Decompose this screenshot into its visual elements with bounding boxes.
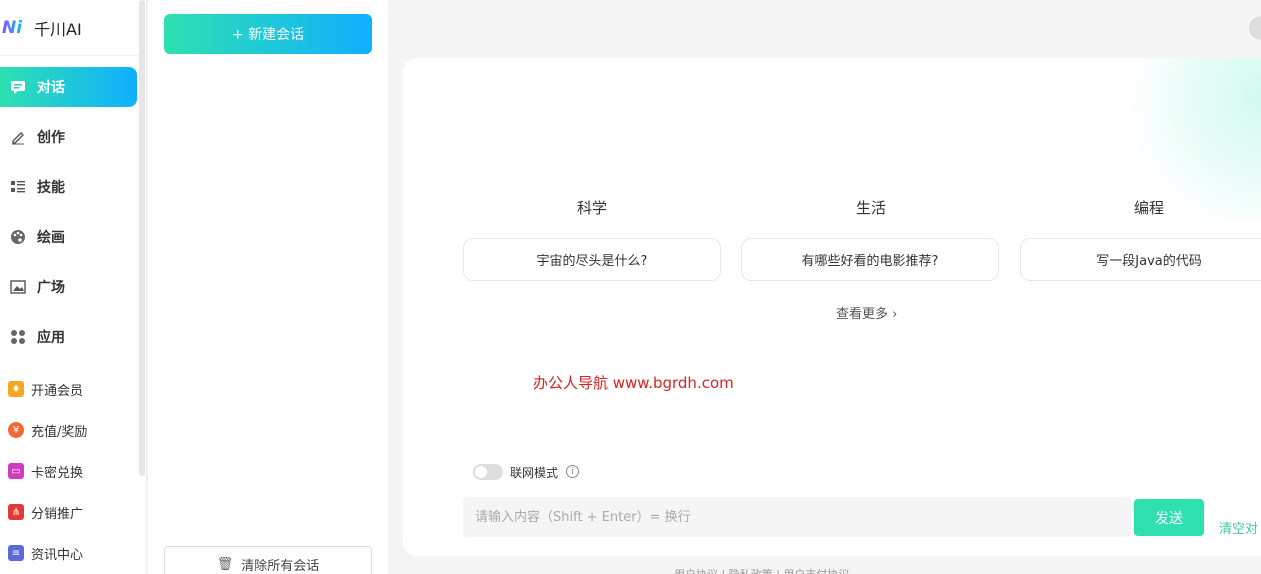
- nav-item-plaza[interactable]: 广场: [0, 267, 137, 307]
- nav-item-create[interactable]: 创作: [0, 117, 137, 157]
- sub-item-card-redeem[interactable]: ▭ 卡密兑换: [0, 456, 137, 486]
- clear-all-label: 清除所有会话: [241, 558, 320, 574]
- footer-links[interactable]: 用户协议 | 隐私政策 | 用户支付协议: [674, 566, 849, 574]
- nav-item-label: 对话: [37, 80, 65, 96]
- sub-item-label: 卡密兑换: [31, 465, 84, 481]
- card-icon: ▭: [8, 463, 24, 479]
- network-icon: ⋔: [8, 504, 24, 520]
- network-mode-toggle[interactable]: [473, 464, 503, 480]
- list-icon: [9, 178, 27, 196]
- palette-icon: [9, 228, 27, 246]
- coin-icon: ¥: [8, 422, 24, 438]
- trash-icon: 🗑: [216, 556, 234, 572]
- decorative-glow: [1083, 58, 1261, 218]
- image-icon: [9, 278, 27, 296]
- new-conversation-button[interactable]: + 新建会话: [164, 14, 372, 54]
- nav-item-apps[interactable]: 应用: [0, 317, 137, 357]
- sidebar-scrollbar[interactable]: [139, 0, 145, 476]
- nav-item-drawing[interactable]: 绘画: [0, 217, 137, 257]
- chat-input[interactable]: [463, 497, 1131, 537]
- suggestion-card-life[interactable]: 有哪些好看的电影推荐?: [741, 238, 999, 281]
- see-more-label: 查看更多: [836, 307, 889, 322]
- network-mode-label: 联网模式: [510, 466, 559, 480]
- send-button[interactable]: 发送: [1134, 499, 1204, 536]
- sub-item-label: 资讯中心: [31, 547, 84, 563]
- sub-item-label: 充值/奖励: [31, 424, 88, 440]
- sub-item-vip[interactable]: ♦ 开通会员: [0, 374, 137, 404]
- nav-item-label: 创作: [37, 130, 65, 146]
- pen-icon: [9, 128, 27, 146]
- sub-item-label: 开通会员: [31, 383, 84, 399]
- vip-icon: ♦: [8, 381, 24, 397]
- nav-item-label: 技能: [37, 180, 65, 196]
- clear-chat-link[interactable]: 清空对: [1219, 518, 1258, 537]
- sub-item-distribution[interactable]: ⋔ 分销推广: [0, 497, 137, 527]
- category-title-programming: 编程: [1133, 199, 1164, 217]
- news-icon: ≡: [8, 545, 24, 561]
- category-title-life: 生活: [855, 199, 886, 217]
- nav-item-skills[interactable]: 技能: [0, 167, 137, 207]
- clear-all-conversations-button[interactable]: 🗑 清除所有会话: [164, 546, 372, 574]
- logo-icon: Ni: [2, 17, 23, 38]
- chat-card: 科学 生活 编程 宇宙的尽头是什么? 有哪些好看的电影推荐? 写一段Java的代…: [403, 58, 1261, 556]
- suggestion-card-programming[interactable]: 写一段Java的代码: [1020, 238, 1261, 281]
- brand-logo[interactable]: Ni 千川AI: [0, 0, 140, 56]
- suggestion-card-science[interactable]: 宇宙的尽头是什么?: [463, 238, 721, 281]
- info-icon[interactable]: i: [566, 465, 579, 478]
- conversation-panel: + 新建会话 🗑 清除所有会话: [148, 0, 388, 574]
- sub-item-recharge[interactable]: ¥ 充值/奖励: [0, 415, 137, 445]
- brand-name: 千川AI: [34, 19, 82, 39]
- nav-item-label: 应用: [37, 330, 65, 346]
- sub-item-news[interactable]: ≡ 资讯中心: [0, 538, 137, 568]
- watermark-text: 办公人导航 www.bgrdh.com: [533, 374, 734, 392]
- nav-item-chat[interactable]: 对话: [0, 67, 137, 107]
- nav-item-label: 绘画: [37, 230, 65, 246]
- see-more-link[interactable]: 查看更多 ›: [836, 303, 897, 322]
- user-avatar[interactable]: [1249, 16, 1261, 40]
- sidebar-nav: Ni 千川AI 对话 创作 技能 绘画 广场 应用 ♦ 开通会员 ¥ 充值/奖励…: [0, 0, 147, 574]
- app-window: Ni 千川AI 对话 创作 技能 绘画 广场 应用 ♦ 开通会员 ¥ 充值/奖励…: [0, 0, 1261, 574]
- apps-icon: [9, 328, 27, 346]
- category-title-science: 科学: [576, 199, 607, 217]
- nav-item-label: 广场: [37, 280, 65, 296]
- chevron-right-icon: ›: [892, 307, 898, 322]
- main-area: 科学 生活 编程 宇宙的尽头是什么? 有哪些好看的电影推荐? 写一段Java的代…: [388, 0, 1261, 574]
- sub-item-label: 分销推广: [31, 506, 84, 522]
- chat-icon: [9, 78, 27, 96]
